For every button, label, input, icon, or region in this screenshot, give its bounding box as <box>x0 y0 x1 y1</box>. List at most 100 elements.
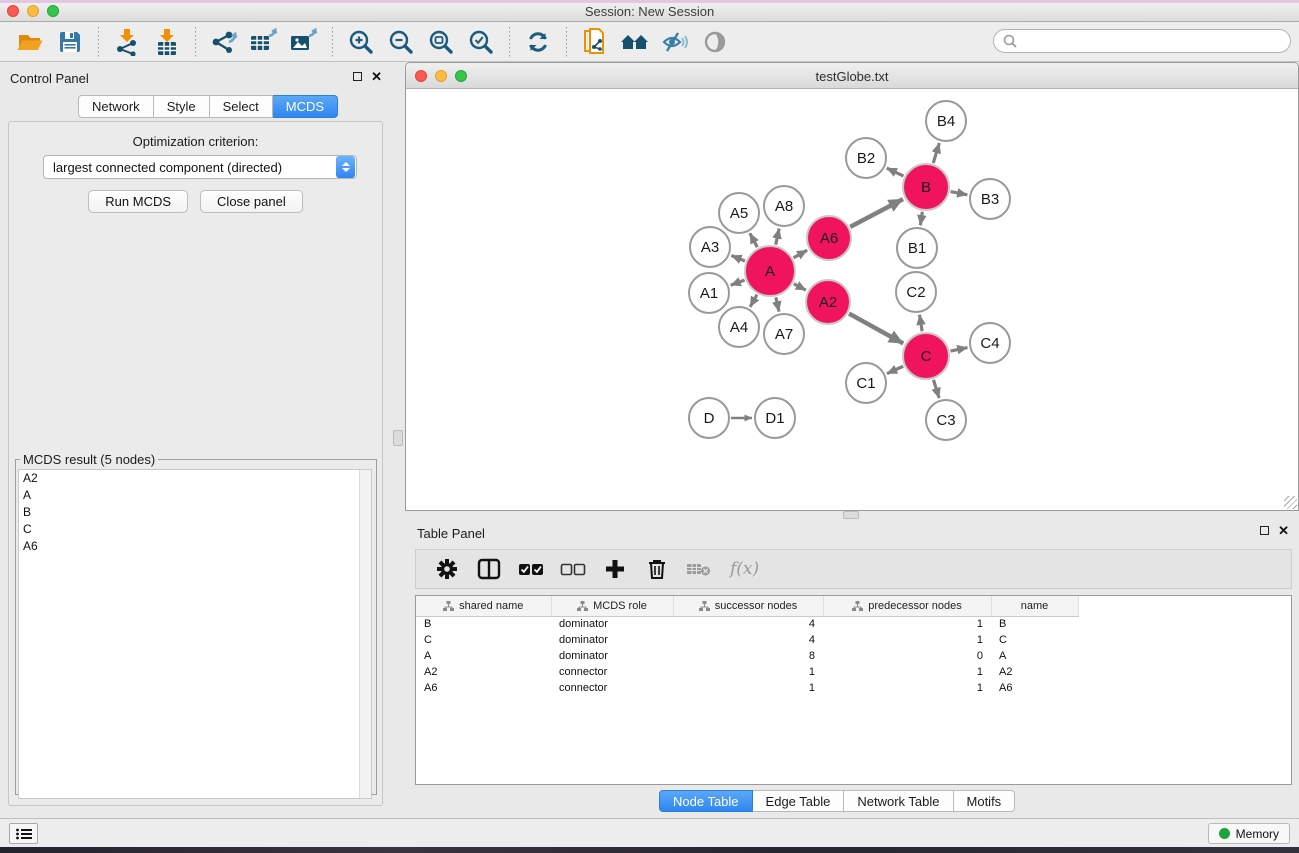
tab-network[interactable]: Network <box>78 95 154 118</box>
graph-node-A8[interactable]: A8 <box>763 185 805 227</box>
tab-edge-table[interactable]: Edge Table <box>753 790 845 812</box>
tab-network-table[interactable]: Network Table <box>844 790 953 812</box>
col-header-predecessor-nodes[interactable]: predecessor nodes <box>823 596 991 616</box>
close-panel-button[interactable]: Close panel <box>200 190 303 213</box>
home-button[interactable] <box>618 25 652 59</box>
hide-graphics-details-button[interactable] <box>658 25 692 59</box>
zoom-fit-button[interactable] <box>424 25 458 59</box>
show-networks-list-button[interactable] <box>9 823 38 844</box>
memory-button[interactable]: Memory <box>1208 823 1290 844</box>
table-row[interactable]: Cdominator 41 C <box>416 632 1078 648</box>
graph-edge-A-A7[interactable] <box>776 297 779 311</box>
graph-node-B2[interactable]: B2 <box>845 137 887 179</box>
mcds-result-item[interactable]: B <box>19 504 371 521</box>
graph-edge-A-A5[interactable] <box>750 233 757 247</box>
graph-node-A6[interactable]: A6 <box>806 215 852 261</box>
table-settings-button[interactable] <box>432 553 462 585</box>
network-canvas[interactable]: A A1 A2 A3 A4 A5 A6 A7 A8 B B1 B2 B3B4 C C1 C2 C3C4 D D1 <box>406 89 1298 510</box>
graph-node-C[interactable]: C <box>902 332 950 380</box>
save-session-button[interactable] <box>53 25 87 59</box>
graph-node-A5[interactable]: A5 <box>718 192 760 234</box>
mcds-result-item[interactable]: A2 <box>19 470 371 487</box>
table-row[interactable]: Bdominator 41 B <box>416 616 1078 632</box>
float-table-panel-icon[interactable] <box>1260 526 1269 535</box>
graph-node-B3[interactable]: B3 <box>969 178 1011 220</box>
mcds-result-item[interactable]: A <box>19 487 371 504</box>
graph-edge-C-C2[interactable] <box>920 315 923 332</box>
run-mcds-button[interactable]: Run MCDS <box>88 190 188 213</box>
graph-node-A3[interactable]: A3 <box>689 226 731 268</box>
graph-edge-A-A2[interactable] <box>794 284 806 290</box>
export-network-button[interactable] <box>207 25 241 59</box>
graph-edge-A-A1[interactable] <box>731 280 745 285</box>
tab-style[interactable]: Style <box>154 95 210 118</box>
graph-edge-A-A6[interactable] <box>794 250 808 258</box>
graph-node-C2[interactable]: C2 <box>895 271 937 313</box>
graph-edge-C-C3[interactable] <box>933 380 939 398</box>
search-input[interactable] <box>1018 31 1290 51</box>
mcds-result-item[interactable]: C <box>19 521 371 538</box>
graph-node-D1[interactable]: D1 <box>754 397 796 439</box>
search-box[interactable] <box>993 29 1291 53</box>
graph-edge-A6-B[interactable] <box>850 199 903 227</box>
table-row[interactable]: A6connector 11 A6 <box>416 680 1078 696</box>
close-panel-icon[interactable]: ✕ <box>371 72 382 81</box>
close-table-panel-icon[interactable]: ✕ <box>1278 526 1289 535</box>
delete-column-button[interactable] <box>642 553 672 585</box>
mcds-result-list[interactable]: A2 A B C A6 <box>18 469 372 799</box>
graph-edge-B-B4[interactable] <box>933 143 939 163</box>
graph-edge-C-C1[interactable] <box>887 366 903 373</box>
zoom-in-button[interactable] <box>344 25 378 59</box>
resize-grip-icon[interactable] <box>1284 496 1297 509</box>
graph-node-A7[interactable]: A7 <box>763 313 805 355</box>
vertical-split-grip[interactable] <box>393 430 403 446</box>
show-graphics-details-button[interactable] <box>698 25 732 59</box>
column-selector-button[interactable] <box>474 553 504 585</box>
graph-node-A[interactable]: A <box>744 245 796 297</box>
graph-node-B1[interactable]: B1 <box>896 227 938 269</box>
select-all-rows-button[interactable] <box>516 553 546 585</box>
col-header-mcds-role[interactable]: MCDS role <box>551 596 673 616</box>
import-network-button[interactable] <box>110 25 144 59</box>
graph-edge-A2-C[interactable] <box>849 314 903 344</box>
mcds-result-item[interactable]: A6 <box>19 538 371 555</box>
tab-node-table[interactable]: Node Table <box>659 790 753 812</box>
open-session-button[interactable] <box>13 25 47 59</box>
import-table-button[interactable] <box>150 25 184 59</box>
graph-node-B4[interactable]: B4 <box>925 100 967 142</box>
graph-edge-B-B1[interactable] <box>920 212 922 226</box>
graph-node-A4[interactable]: A4 <box>718 306 760 348</box>
graph-node-C1[interactable]: C1 <box>845 362 887 404</box>
graph-node-A1[interactable]: A1 <box>688 272 730 314</box>
tab-motifs[interactable]: Motifs <box>954 790 1016 812</box>
function-builder-button[interactable]: f(x) <box>726 553 759 585</box>
graph-node-A2[interactable]: A2 <box>805 279 851 325</box>
graph-edge-B-B3[interactable] <box>951 192 968 195</box>
export-image-button[interactable] <box>287 25 321 59</box>
clone-network-button[interactable] <box>578 25 612 59</box>
node-table[interactable]: shared name MCDS role successor nodes pr… <box>415 595 1292 785</box>
table-row[interactable]: A2connector 11 A2 <box>416 664 1078 680</box>
graph-node-C3[interactable]: C3 <box>925 399 967 441</box>
graph-node-D[interactable]: D <box>688 397 730 439</box>
table-row[interactable]: Adominator 80 A <box>416 648 1078 664</box>
deselect-all-rows-button[interactable] <box>558 553 588 585</box>
network-window-titlebar[interactable]: testGlobe.txt <box>406 63 1298 89</box>
refresh-button[interactable] <box>521 25 555 59</box>
col-header-name[interactable]: name <box>991 596 1078 616</box>
col-header-shared-name[interactable]: shared name <box>416 596 551 616</box>
graph-edge-B-B2[interactable] <box>887 168 904 176</box>
zoom-selected-button[interactable] <box>464 25 498 59</box>
graph-edge-A-A4[interactable] <box>750 295 757 307</box>
delete-table-button[interactable] <box>684 553 714 585</box>
export-table-button[interactable] <box>247 25 281 59</box>
tab-select[interactable]: Select <box>210 95 273 118</box>
create-column-button[interactable] <box>600 553 630 585</box>
graph-node-C4[interactable]: C4 <box>969 322 1011 364</box>
float-panel-icon[interactable] <box>353 72 362 81</box>
list-scrollbar[interactable] <box>359 470 371 798</box>
graph-node-B[interactable]: B <box>902 163 950 211</box>
zoom-out-button[interactable] <box>384 25 418 59</box>
col-header-successor-nodes[interactable]: successor nodes <box>673 596 823 616</box>
criterion-dropdown[interactable]: largest connected component (directed) <box>43 155 357 179</box>
